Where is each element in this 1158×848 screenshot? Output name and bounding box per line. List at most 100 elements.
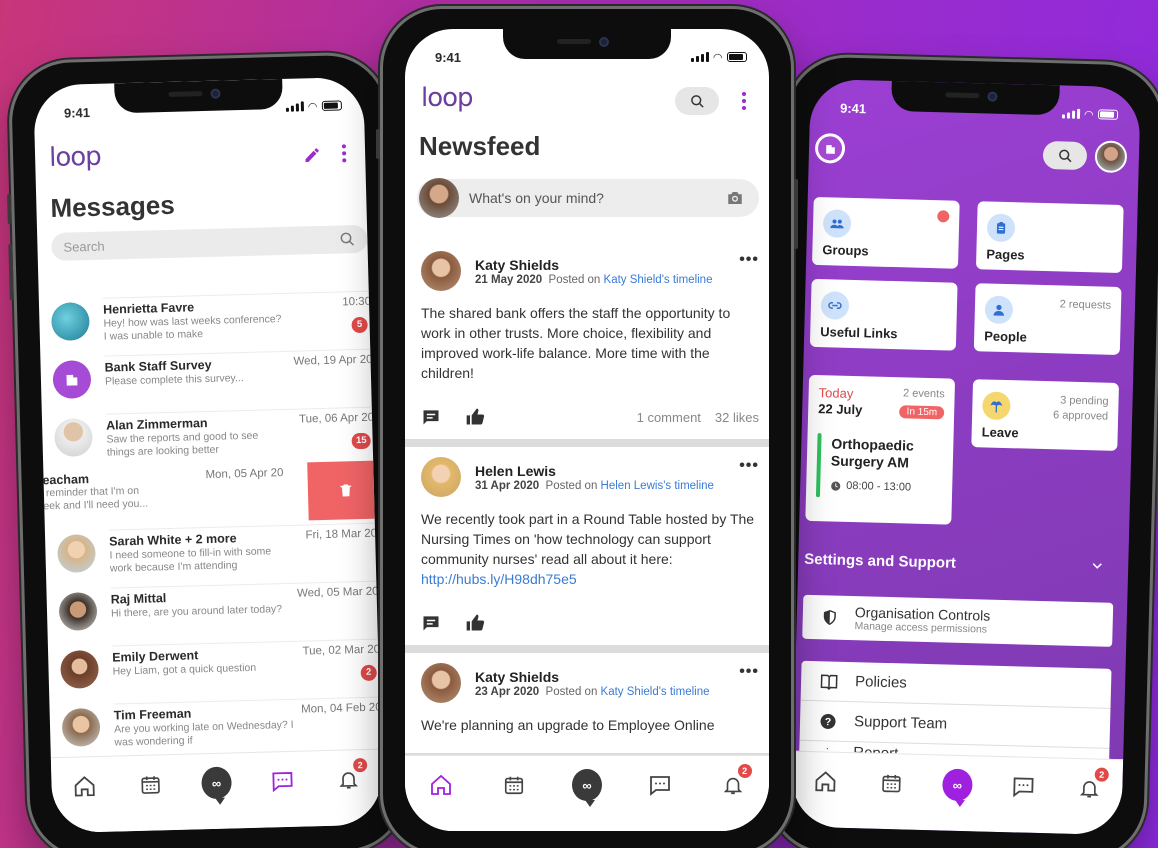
notch: [891, 80, 1060, 116]
people-card[interactable]: 2 requests People: [973, 283, 1122, 355]
camera-icon[interactable]: [725, 189, 745, 207]
chat-icon: [272, 772, 293, 793]
more-horiz-icon[interactable]: •••: [739, 663, 759, 681]
organisation-controls-row[interactable]: Organisation Controls Manage access perm…: [802, 594, 1114, 647]
palm-tree-icon: [982, 391, 1011, 421]
list-item[interactable]: Henrietta Favre 10:30 Hey! how was last w…: [39, 286, 380, 353]
avatar[interactable]: [421, 457, 461, 497]
tab-calendar[interactable]: [135, 769, 166, 800]
author-name[interactable]: Katy Shields: [475, 669, 710, 685]
timeline-link[interactable]: Katy Shield's timeline: [604, 274, 713, 286]
leave-card[interactable]: 3 pending 6 approved Leave: [971, 379, 1120, 451]
avatar[interactable]: [421, 663, 461, 703]
search-input[interactable]: Search: [51, 224, 368, 262]
author-name[interactable]: Helen Lewis: [475, 463, 714, 479]
tab-messages[interactable]: [645, 770, 675, 800]
avatar: [50, 302, 90, 342]
tab-messages[interactable]: [267, 766, 298, 797]
search-icon: [1058, 149, 1071, 162]
post-composer[interactable]: What's on your mind?: [417, 178, 759, 218]
list-item[interactable]: Raj Mittal Wed, 05 Mar 20 Hi there, are y…: [46, 576, 382, 643]
timeline-link[interactable]: Helen Lewis's timeline: [601, 480, 714, 492]
thumbs-up-icon[interactable]: [465, 613, 485, 633]
useful-links-card[interactable]: Useful Links: [809, 278, 958, 351]
building-icon: [66, 374, 78, 386]
settings-title: Settings and Support: [804, 550, 957, 572]
person-icon: [984, 295, 1014, 325]
tab-notifications[interactable]: 2: [1074, 767, 1109, 804]
org-avatar[interactable]: [814, 132, 846, 164]
side-button: [7, 194, 12, 225]
avatar: [58, 591, 98, 631]
comment-icon[interactable]: [421, 613, 441, 633]
tab-home[interactable]: [69, 771, 100, 802]
today-date: 22 July: [818, 401, 863, 418]
chat-icon: [649, 776, 670, 796]
search-button[interactable]: [675, 87, 719, 115]
list-item[interactable]: Sarah White + 2 more Fri, 18 Mar 20 I nee…: [45, 518, 383, 585]
notch: [503, 29, 671, 59]
list-item-swiped[interactable]: gela Meacham Mon, 05 Apr 20 t a quick re…: [33, 460, 383, 527]
pencil-icon[interactable]: [303, 146, 322, 169]
user-avatar: [419, 178, 459, 218]
message-date: Tue, 02 Mar 20: [302, 643, 381, 658]
more-horiz-icon[interactable]: •••: [739, 251, 759, 269]
signal-icon: [690, 52, 709, 62]
avatar: [61, 707, 101, 747]
tab-loop[interactable]: ∞: [571, 769, 602, 807]
today-card[interactable]: Today 22 July 2 events In 15m Orthopaedi…: [805, 374, 956, 525]
comment-count[interactable]: 1 comment: [637, 410, 701, 425]
loop-icon: ∞: [571, 769, 602, 807]
like-count[interactable]: 32 likes: [715, 410, 759, 425]
tab-loop[interactable]: ∞: [201, 766, 232, 800]
tab-home[interactable]: [426, 770, 456, 800]
search-button[interactable]: [1042, 140, 1088, 171]
tab-calendar[interactable]: [876, 768, 907, 799]
more-vert-icon[interactable]: [741, 91, 747, 116]
more-horiz-icon[interactable]: •••: [739, 457, 759, 475]
alert-dot: [937, 210, 950, 223]
post-link[interactable]: http://hubs.ly/H98dh75e5: [421, 571, 577, 587]
tab-notifications[interactable]: 2: [333, 757, 368, 795]
page-title: Newsfeed: [419, 131, 541, 161]
pages-card[interactable]: Pages: [975, 201, 1124, 274]
tab-home[interactable]: [810, 766, 841, 797]
post-date: 21 May 2020: [475, 273, 543, 286]
building-icon: [825, 144, 835, 154]
message-preview: Saw the reports and good to see things a…: [106, 429, 259, 459]
feed-post: Helen Lewis 31 Apr 2020 Posted on Helen …: [405, 447, 769, 645]
home-icon: [815, 771, 836, 792]
tab-loop[interactable]: ∞: [942, 768, 973, 802]
tab-messages[interactable]: [1008, 771, 1039, 802]
groups-card[interactable]: Groups: [812, 196, 960, 269]
dashboard-screen: 9:41 ◠ Groups Pages Useful Links 2 reque…: [791, 78, 1141, 836]
people-requests: 2 requests: [1059, 298, 1112, 312]
list-item[interactable]: Alan Zimmerman Tue, 06 Apr 20 Saw the rep…: [42, 402, 383, 469]
loop-icon: ∞: [201, 766, 232, 800]
tab-notifications[interactable]: 2: [718, 764, 752, 800]
tab-bar: ∞ 2: [405, 755, 769, 831]
delete-button[interactable]: [307, 460, 383, 521]
avatar[interactable]: [421, 251, 461, 291]
tab-calendar[interactable]: [499, 770, 529, 800]
event-time: 08:00 - 13:00: [846, 479, 912, 494]
author-name[interactable]: Katy Shields: [475, 257, 712, 273]
posted-on: Posted on: [548, 273, 601, 286]
message-date: Wed, 05 Mar 20: [296, 585, 379, 600]
more-vert-icon[interactable]: [341, 143, 348, 168]
avatar: [57, 533, 96, 573]
contact-name: Bank Staff Survey: [104, 357, 212, 375]
leave-status: 3 pending 6 approved: [1053, 393, 1109, 424]
post-date: 23 Apr 2020: [475, 685, 540, 698]
timeline-link[interactable]: Katy Shield's timeline: [601, 686, 710, 698]
settings-section-header[interactable]: Settings and Support: [804, 551, 1104, 576]
comment-icon[interactable]: [421, 407, 441, 427]
thumbs-up-icon[interactable]: [465, 407, 485, 427]
message-preview: Are you working late on Wednesday? I was…: [113, 718, 294, 749]
avatar: [53, 418, 93, 458]
list-item[interactable]: Emily Derwent Tue, 02 Mar 20 Hey Liam, go…: [48, 634, 383, 701]
message-date: 10:30: [342, 295, 372, 309]
user-avatar[interactable]: [1094, 140, 1128, 174]
list-item[interactable]: Bank Staff Survey Wed, 19 Apr 20 Please c…: [40, 344, 381, 411]
groups-label: Groups: [822, 242, 869, 259]
